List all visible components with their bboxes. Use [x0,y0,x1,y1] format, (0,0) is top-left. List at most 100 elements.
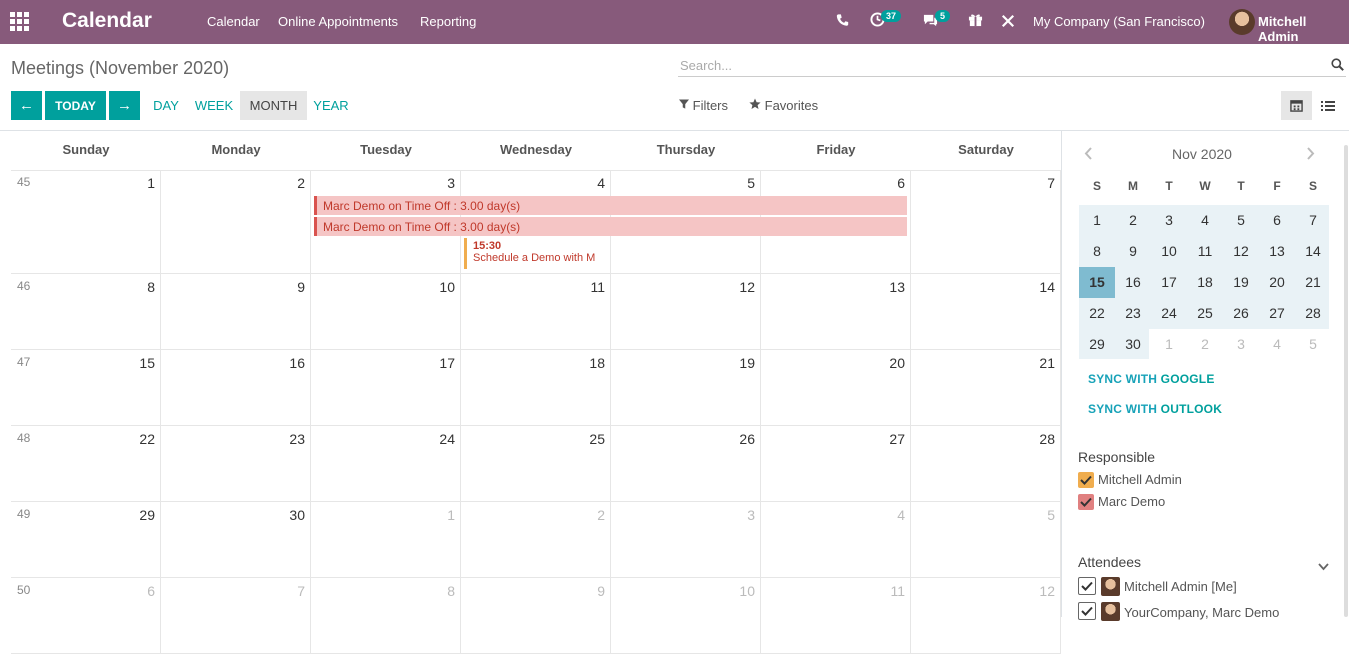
attendee-checkbox[interactable] [1078,577,1096,595]
favorites-dropdown[interactable]: Favorites [749,98,818,113]
user-avatar[interactable] [1229,9,1255,35]
event-schedule-demo[interactable]: 15:30 Schedule a Demo with M [464,238,604,269]
mini-calendar-day[interactable]: 15 [1079,267,1115,298]
search-input[interactable] [678,55,1318,75]
event-time: 15:30 [473,240,502,252]
mini-weekday-label: M [1128,179,1138,193]
next-button[interactable]: → [109,91,140,120]
responsible-title: Responsible [1078,449,1156,465]
day-number: 21 [1039,355,1055,371]
mini-calendar-day[interactable]: 29 [1079,329,1115,360]
scale-month[interactable]: MONTH [240,91,307,120]
scale-day[interactable]: DAY [143,91,189,120]
day-number: 2 [297,175,305,191]
responsible-checkbox[interactable] [1078,494,1094,510]
attendee-avatar [1101,577,1120,596]
mini-calendar-day[interactable]: 27 [1259,298,1295,329]
sidebar-scrollbar[interactable] [1344,145,1348,617]
apps-menu-icon[interactable] [10,12,30,31]
mini-calendar-day[interactable]: 3 [1223,329,1259,360]
mini-calendar-day[interactable]: 1 [1151,329,1187,360]
mini-calendar-day[interactable]: 21 [1295,267,1331,298]
day-number: 4 [897,507,905,523]
mini-calendar-day[interactable]: 3 [1151,205,1187,236]
day-number: 3 [747,507,755,523]
sync-outlook-button[interactable]: SYNC WITH OUTLOOK [1088,402,1222,416]
responsible-name: Marc Demo [1098,494,1166,509]
day-number: 8 [147,279,155,295]
star-icon [749,98,761,109]
mini-calendar-day[interactable]: 28 [1295,298,1331,329]
list-view-button[interactable] [1312,91,1343,120]
mini-calendar-day[interactable]: 26 [1223,298,1259,329]
day-number: 18 [589,355,605,371]
scale-year[interactable]: YEAR [307,91,355,120]
filters-dropdown[interactable]: Filters [679,98,728,113]
user-menu[interactable]: Mitchell Admin [1258,14,1349,44]
mini-calendar-day[interactable]: 13 [1259,236,1295,267]
mini-calendar-day[interactable]: 6 [1259,205,1295,236]
mini-calendar-day[interactable]: 19 [1223,267,1259,298]
sync-google-button[interactable]: SYNC WITH GOOGLE [1088,372,1215,386]
day-number: 28 [1039,431,1055,447]
weekday-header: Tuesday [360,142,412,157]
app-brand[interactable]: Calendar [62,9,152,33]
mini-calendar-day[interactable]: 17 [1151,267,1187,298]
day-number: 6 [147,583,155,599]
mini-month-label[interactable]: Nov 2020 [1172,146,1232,162]
mini-calendar-day[interactable]: 30 [1115,329,1151,360]
mini-calendar-day[interactable]: 23 [1115,298,1151,329]
day-number: 10 [439,279,455,295]
mini-calendar-day[interactable]: 18 [1187,267,1223,298]
mini-calendar-day[interactable]: 14 [1295,236,1331,267]
mini-calendar-day[interactable]: 5 [1295,329,1331,360]
day-number: 4 [597,175,605,191]
mini-calendar-day[interactable]: 20 [1259,267,1295,298]
responsible-checkbox[interactable] [1078,472,1094,488]
mini-calendar-day[interactable]: 25 [1187,298,1223,329]
mini-calendar-day[interactable]: 5 [1223,205,1259,236]
mini-calendar-day[interactable]: 4 [1187,205,1223,236]
day-number: 11 [590,279,605,295]
mini-calendar-day[interactable]: 24 [1151,298,1187,329]
menu-reporting[interactable]: Reporting [420,14,476,29]
scale-week[interactable]: WEEK [189,91,239,120]
mini-calendar-day[interactable]: 1 [1079,205,1115,236]
menu-calendar[interactable]: Calendar [207,14,260,29]
weekday-header: Wednesday [499,142,572,157]
previous-button[interactable]: ← [11,91,42,120]
search-icon[interactable] [1331,58,1344,76]
mini-calendar-day[interactable]: 11 [1187,236,1223,267]
mini-calendar-day[interactable]: 2 [1115,205,1151,236]
gift-icon[interactable] [968,12,983,32]
mini-calendar-day[interactable]: 22 [1079,298,1115,329]
filters-label: Filters [692,98,729,113]
mini-next-month-icon[interactable] [1306,147,1315,163]
mini-calendar-day[interactable]: 10 [1151,236,1187,267]
weekday-header: Friday [816,142,856,157]
mini-calendar-day[interactable]: 4 [1259,329,1295,360]
mini-calendar-day[interactable]: 7 [1295,205,1331,236]
event-time-off[interactable]: Marc Demo on Time Off : 3.00 day(s) [314,217,907,236]
mini-calendar-day[interactable]: 8 [1079,236,1115,267]
sync-outlook-prefix: SYNC WITH [1088,402,1161,416]
mini-prev-month-icon[interactable] [1084,147,1093,163]
debug-tools-icon[interactable] [1001,14,1015,33]
attendee-checkbox[interactable] [1078,602,1096,620]
phone-icon[interactable] [836,13,849,32]
chevron-down-icon[interactable] [1318,558,1329,576]
calendar-icon [1290,100,1303,112]
attendee-name: YourCompany, Marc Demo [1124,605,1280,620]
mini-calendar-day[interactable]: 9 [1115,236,1151,267]
company-switcher[interactable]: My Company (San Francisco) [1033,14,1205,29]
today-button[interactable]: TODAY [45,91,106,120]
attendees-title: Attendees [1078,554,1142,570]
mini-calendar-day[interactable]: 2 [1187,329,1223,360]
menu-online-appointments[interactable]: Online Appointments [278,14,398,29]
day-number: 25 [589,431,605,447]
calendar-view-button[interactable] [1281,91,1312,120]
event-time-off[interactable]: Marc Demo on Time Off : 3.00 day(s) [314,196,907,215]
check-icon [1080,497,1092,507]
mini-calendar-day[interactable]: 16 [1115,267,1151,298]
mini-calendar-day[interactable]: 12 [1223,236,1259,267]
